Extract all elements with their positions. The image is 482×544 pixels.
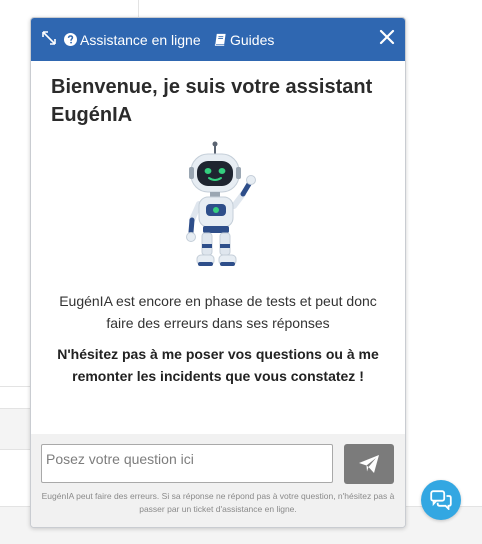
guides-link-label: Guides [230, 31, 275, 48]
background-row [0, 408, 31, 450]
background-divider [138, 0, 139, 18]
help-link-label: Assistance en ligne [80, 31, 201, 48]
close-icon[interactable] [378, 28, 396, 46]
chat-bubbles-icon [430, 490, 452, 510]
guides-link[interactable]: Guides [214, 18, 274, 61]
help-link[interactable]: Assistance en ligne [64, 18, 201, 61]
send-button[interactable] [344, 444, 394, 484]
chat-toggle-button[interactable] [421, 480, 461, 520]
resize-icon[interactable] [41, 30, 57, 46]
widget-header: Assistance en ligne Guides [31, 18, 405, 61]
background-divider [0, 386, 31, 387]
book-icon [214, 33, 226, 46]
question-input[interactable] [41, 444, 333, 483]
robot-illustration [186, 141, 256, 266]
question-circle-icon [64, 33, 77, 46]
welcome-title: Bienvenue, je suis votre assistant Eugén… [51, 76, 373, 126]
send-icon [359, 455, 379, 473]
disclaimer-text: EugénIA peut faire des erreurs. Si sa ré… [41, 491, 395, 514]
assistant-widget: Assistance en ligne Guides Bienvenue, je… [30, 17, 406, 528]
composer: EugénIA peut faire des erreurs. Si sa ré… [31, 434, 405, 527]
intro-text: EugénIA est encore en phase de tests et … [59, 293, 377, 331]
widget-body: Bienvenue, je suis votre assistant Eugén… [31, 61, 405, 434]
invite-text: N'hésitez pas à me poser vos questions o… [57, 346, 379, 384]
